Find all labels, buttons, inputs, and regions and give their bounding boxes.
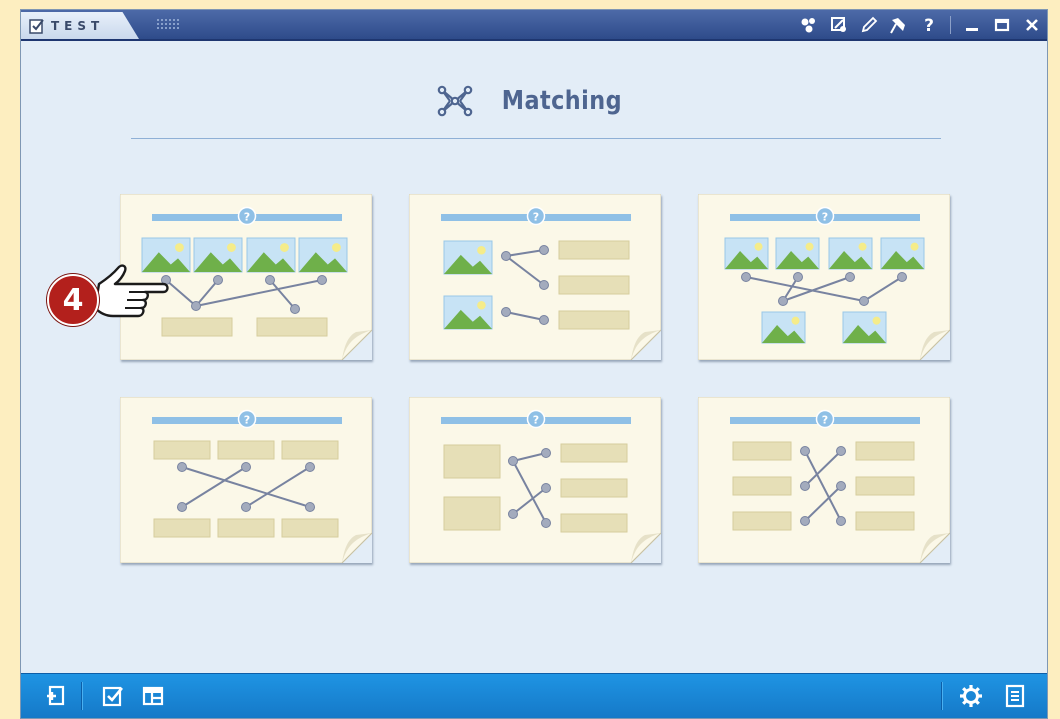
title-toolbar: ? (800, 10, 1041, 39)
layout-thumbnail: ? (698, 397, 950, 563)
svg-text:?: ? (244, 211, 250, 224)
layout-images-to-images[interactable]: ? (698, 194, 950, 360)
shapes-icon[interactable] (800, 16, 818, 34)
page-heading: Matching (21, 84, 1047, 118)
layout-texts-to-texts-side[interactable]: ? (698, 397, 950, 563)
checklist-icon[interactable] (101, 684, 125, 708)
app-tab[interactable]: TEST (21, 12, 139, 39)
tools-icon[interactable] (830, 16, 848, 34)
test-logo-icon (29, 18, 44, 34)
layout-blocks-to-texts[interactable]: ? (409, 397, 661, 563)
svg-text:?: ? (822, 414, 828, 427)
layout-images-to-texts-side[interactable]: ? (409, 194, 661, 360)
step-number-badge: 4 (47, 274, 99, 326)
app-window: TEST ? Matching ? ? ? ? ? ? 4 (20, 9, 1048, 719)
maximize-icon[interactable] (993, 16, 1011, 34)
minimize-icon[interactable] (963, 16, 981, 34)
settings-icon[interactable] (959, 684, 983, 708)
help-icon[interactable]: ? (920, 16, 938, 34)
title-bar: TEST ? (21, 10, 1047, 41)
document-icon[interactable] (1003, 684, 1027, 708)
svg-text:?: ? (244, 414, 250, 427)
svg-text:?: ? (822, 211, 828, 224)
pin-icon[interactable] (890, 16, 908, 34)
pencil-icon[interactable] (860, 16, 878, 34)
toolbar-divider (950, 15, 951, 34)
matching-network-icon (437, 85, 473, 117)
layout-thumbnail: ? (120, 397, 372, 563)
svg-text:?: ? (924, 16, 934, 34)
layout-grid-icon[interactable] (141, 684, 165, 708)
app-title: TEST (51, 18, 105, 33)
insert-slide-icon[interactable] (43, 684, 67, 708)
layout-texts-to-texts[interactable]: ? (120, 397, 372, 563)
bottom-toolbar (21, 673, 1047, 718)
bottom-divider (81, 682, 83, 710)
step-callout: 4 (47, 262, 172, 334)
title-divider (131, 138, 941, 139)
svg-text:?: ? (533, 414, 539, 427)
svg-text:?: ? (533, 211, 539, 224)
grip-dots[interactable] (156, 18, 180, 30)
page-title: Matching (501, 86, 623, 116)
layout-thumbnail: ? (409, 397, 661, 563)
layout-thumbnail: ? (409, 194, 661, 360)
bottom-divider-right (941, 682, 943, 710)
close-icon[interactable] (1023, 16, 1041, 34)
layout-thumbnail: ? (698, 194, 950, 360)
